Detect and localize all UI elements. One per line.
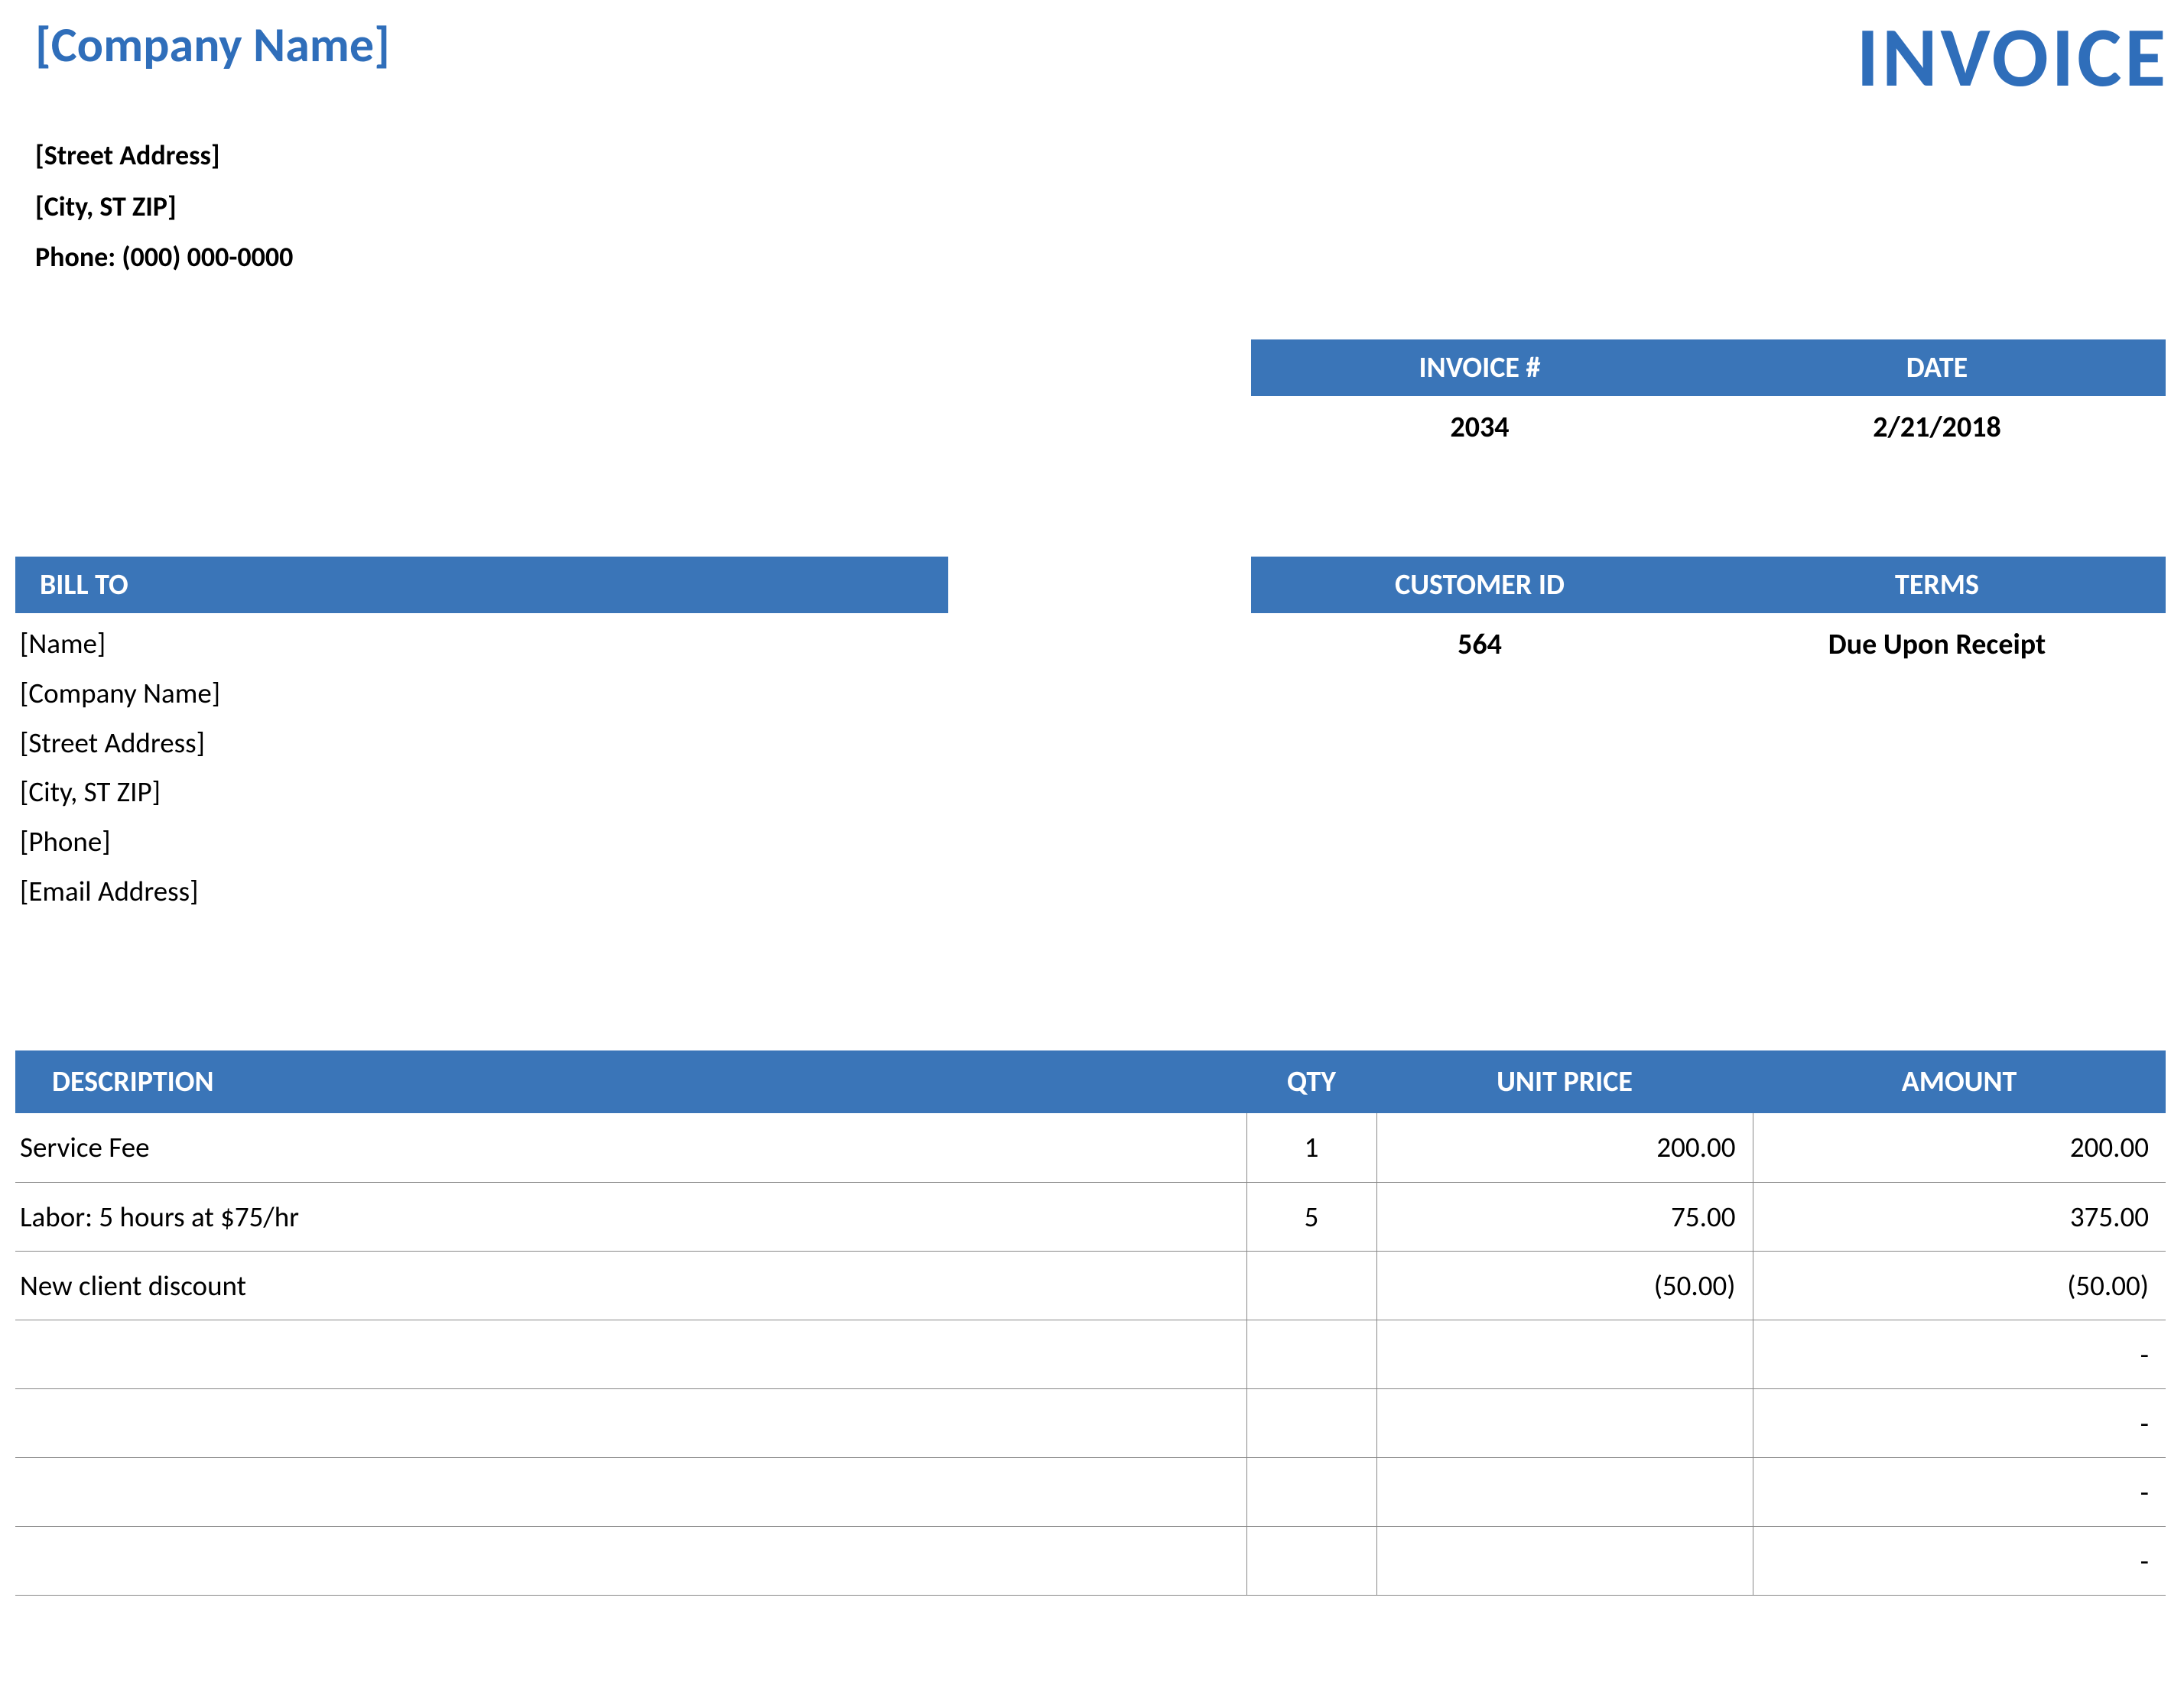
col-amount-header: AMOUNT xyxy=(1753,1050,2166,1113)
cell-unit-price xyxy=(1376,1320,1753,1388)
invoice-meta-table-1: INVOICE # DATE 2034 2/21/2018 xyxy=(1251,339,2166,459)
bill-to-phone: [Phone] xyxy=(20,817,948,867)
cell-qty xyxy=(1246,1320,1376,1388)
cell-amount: - xyxy=(1753,1320,2166,1388)
cell-amount: (50.00) xyxy=(1753,1251,2166,1320)
cell-qty: 5 xyxy=(1246,1182,1376,1251)
cell-qty xyxy=(1246,1457,1376,1526)
bill-to-email: [Email Address] xyxy=(20,867,948,917)
invoice-number-value: 2034 xyxy=(1251,396,1708,459)
terms-value: Due Upon Receipt xyxy=(1708,613,2166,676)
cell-unit-price: 200.00 xyxy=(1376,1113,1753,1182)
table-row: New client discount (50.00)(50.00) xyxy=(15,1251,2166,1320)
col-qty-header: QTY xyxy=(1246,1050,1376,1113)
col-description-header: DESCRIPTION xyxy=(15,1050,1246,1113)
invoice-meta-table-2: CUSTOMER ID TERMS 564 Due Upon Receipt xyxy=(1251,557,2166,676)
bill-to-city-st-zip: [City, ST ZIP] xyxy=(20,768,948,817)
bill-to-name: [Name] xyxy=(20,619,948,669)
line-items-table: DESCRIPTION QTY UNIT PRICE AMOUNT Servic… xyxy=(15,1050,2166,1596)
company-street: [Street Address] xyxy=(35,130,2169,181)
cell-amount: - xyxy=(1753,1526,2166,1595)
table-row: - xyxy=(15,1457,2166,1526)
customer-id-value: 564 xyxy=(1251,613,1708,676)
cell-unit-price xyxy=(1376,1388,1753,1457)
cell-description xyxy=(15,1526,1246,1595)
bill-to-header: BILL TO xyxy=(15,557,948,613)
customer-id-header: CUSTOMER ID xyxy=(1251,557,1708,613)
table-row: - xyxy=(15,1388,2166,1457)
cell-unit-price xyxy=(1376,1457,1753,1526)
cell-qty xyxy=(1246,1251,1376,1320)
company-phone: Phone: (000) 000-0000 xyxy=(35,232,2169,283)
cell-qty xyxy=(1246,1526,1376,1595)
company-name: [Company Name] xyxy=(15,15,390,75)
invoice-number-header: INVOICE # xyxy=(1251,339,1708,396)
cell-unit-price: (50.00) xyxy=(1376,1251,1753,1320)
cell-qty xyxy=(1246,1388,1376,1457)
invoice-date-value: 2/21/2018 xyxy=(1708,396,2166,459)
bill-to-company: [Company Name] xyxy=(20,669,948,719)
cell-description xyxy=(15,1320,1246,1388)
company-city-st-zip: [City, ST ZIP] xyxy=(35,181,2169,232)
cell-description xyxy=(15,1457,1246,1526)
cell-amount: 375.00 xyxy=(1753,1182,2166,1251)
table-row: - xyxy=(15,1320,2166,1388)
table-row: Service Fee1200.00200.00 xyxy=(15,1113,2166,1182)
cell-description xyxy=(15,1388,1246,1457)
cell-description: New client discount xyxy=(15,1251,1246,1320)
col-unit-price-header: UNIT PRICE xyxy=(1376,1050,1753,1113)
cell-description: Labor: 5 hours at $75/hr xyxy=(15,1182,1246,1251)
cell-amount: - xyxy=(1753,1457,2166,1526)
invoice-date-header: DATE xyxy=(1708,339,2166,396)
terms-header: TERMS xyxy=(1708,557,2166,613)
cell-unit-price: 75.00 xyxy=(1376,1182,1753,1251)
table-row: - xyxy=(15,1526,2166,1595)
cell-unit-price xyxy=(1376,1526,1753,1595)
cell-description: Service Fee xyxy=(15,1113,1246,1182)
invoice-title: INVOICE xyxy=(1857,15,2169,99)
cell-qty: 1 xyxy=(1246,1113,1376,1182)
bill-to-block: BILL TO [Name] [Company Name] [Street Ad… xyxy=(15,557,948,917)
table-row: Labor: 5 hours at $75/hr575.00375.00 xyxy=(15,1182,2166,1251)
cell-amount: 200.00 xyxy=(1753,1113,2166,1182)
bill-to-street: [Street Address] xyxy=(20,719,948,768)
cell-amount: - xyxy=(1753,1388,2166,1457)
company-address-block: [Street Address] [City, ST ZIP] Phone: (… xyxy=(15,130,2169,283)
